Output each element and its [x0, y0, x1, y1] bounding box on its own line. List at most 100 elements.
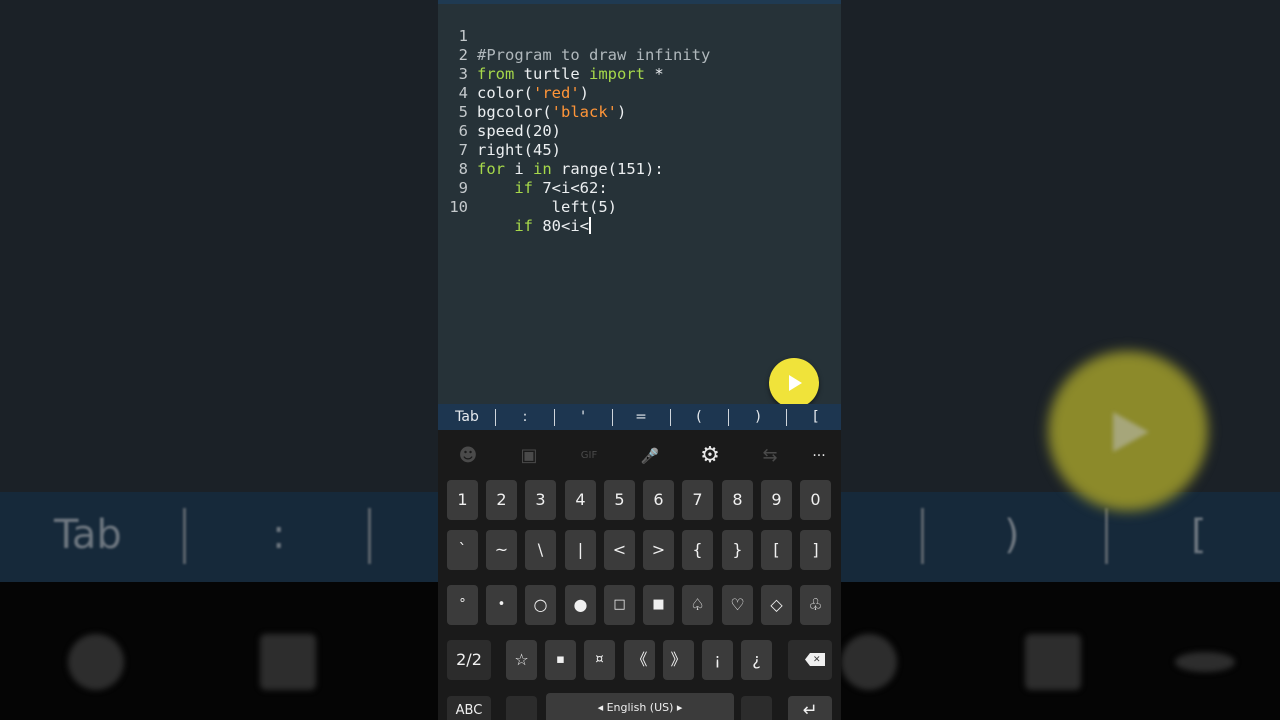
key-6[interactable]: 6 [643, 480, 674, 520]
key-close-brace[interactable]: } [722, 530, 753, 570]
enter-icon: ↵ [802, 700, 818, 720]
key-white-star[interactable]: ☆ [506, 640, 537, 680]
symbol-key-colon[interactable]: : [511, 404, 539, 430]
code-line: 9 left(5) [438, 160, 841, 216]
code-line: 6 right(45) [438, 103, 841, 159]
key-1[interactable]: 1 [447, 480, 478, 520]
abc-button[interactable]: ABC [447, 696, 491, 720]
key-inverted-exclamation[interactable]: ¡ [702, 640, 733, 680]
key-spade[interactable]: ♤ [682, 585, 713, 625]
code-text: 80<i< [533, 217, 589, 235]
code-line: 3 color('red') [438, 46, 841, 102]
key-heart[interactable]: ♡ [722, 585, 753, 625]
gif-icon[interactable]: GIF [577, 444, 601, 468]
keyboard: ☻ ▣ GIF 🎤 ⚙ ⇆ ··· 1 2 3 4 5 6 7 8 9 0 ` … [438, 430, 841, 720]
background-right: ) [ [841, 0, 1280, 720]
symbol-divider [728, 409, 729, 426]
code-line: 2 from turtle import * [438, 27, 841, 83]
background-gear-icon [841, 634, 897, 690]
keyword: if [514, 217, 533, 235]
key-degree[interactable]: ° [447, 585, 478, 625]
key-black-circle[interactable]: ● [565, 585, 596, 625]
key-white-square[interactable]: □ [604, 585, 635, 625]
emoji-icon[interactable]: ☻ [456, 444, 480, 468]
line-number: 10 [449, 198, 468, 216]
symbol-divider [495, 409, 496, 426]
key-less-than[interactable]: < [604, 530, 635, 570]
key-2[interactable]: 2 [486, 480, 517, 520]
key-pipe[interactable]: | [565, 530, 596, 570]
code-line: 7 for i in range(151): [438, 122, 841, 178]
symbol-divider [612, 409, 613, 426]
sticker-icon[interactable]: ▣ [517, 444, 541, 468]
symbol-divider [554, 409, 555, 426]
symbol-key-open-paren[interactable]: ( [685, 404, 713, 430]
code-editor[interactable]: 1 #Program to draw infinity 2 from turtl… [438, 0, 841, 404]
page-toggle-button[interactable]: 2/2 [447, 640, 491, 680]
background-sticker-icon [260, 634, 316, 690]
gear-icon[interactable]: ⚙ [698, 444, 722, 468]
key-4[interactable]: 4 [565, 480, 596, 520]
key-bullet[interactable]: • [486, 585, 517, 625]
key-3[interactable]: 3 [525, 480, 556, 520]
code-line: 1 #Program to draw infinity [438, 8, 841, 64]
key-tilde[interactable]: ~ [486, 530, 517, 570]
key-comma[interactable] [506, 696, 537, 720]
more-icon[interactable]: ··· [804, 444, 834, 468]
symbol-divider [670, 409, 671, 426]
symbol-key-open-bracket[interactable]: [ [802, 404, 830, 430]
symbol-key-quote[interactable]: ' [569, 404, 597, 430]
background-bracket-text: [ [1191, 512, 1207, 558]
key-currency[interactable]: ¤ [584, 640, 615, 680]
mic-icon[interactable]: 🎤 [638, 444, 662, 468]
key-white-circle[interactable]: ○ [525, 585, 556, 625]
key-7[interactable]: 7 [682, 480, 713, 520]
background-divider [183, 508, 186, 564]
key-8[interactable]: 8 [722, 480, 753, 520]
background-paren-text: ) [1004, 512, 1020, 558]
translate-icon[interactable]: ⇆ [758, 444, 782, 468]
key-inverted-question[interactable]: ¿ [741, 640, 772, 680]
key-small-square[interactable]: ▪ [545, 640, 576, 680]
key-0[interactable]: 0 [800, 480, 831, 520]
key-backtick[interactable]: ` [447, 530, 478, 570]
symbol-key-tab[interactable]: Tab [446, 404, 488, 430]
background-bottom [0, 582, 438, 720]
key-left-double-angle[interactable]: 《 [624, 640, 655, 680]
background-emoji-icon [68, 634, 124, 690]
background-colon-text: : [272, 512, 286, 558]
background-divider [368, 508, 371, 564]
symbol-bar: Tab : ' = ( ) [ [438, 404, 841, 430]
background-divider [921, 508, 924, 564]
play-icon [789, 375, 802, 391]
background-more-icon [1175, 652, 1235, 672]
key-close-bracket[interactable]: ] [800, 530, 831, 570]
key-greater-than[interactable]: > [643, 530, 674, 570]
key-open-brace[interactable]: { [682, 530, 713, 570]
symbol-key-close-paren[interactable]: ) [744, 404, 772, 430]
space-bar[interactable]: ◂ English (US) ▸ [546, 693, 734, 720]
backspace-icon [805, 653, 825, 666]
key-diamond[interactable]: ◇ [761, 585, 792, 625]
backspace-button[interactable] [788, 640, 832, 680]
enter-button[interactable]: ↵ [788, 696, 832, 720]
background-play-icon [1113, 412, 1149, 452]
code-line: 5 speed(20) [438, 84, 841, 140]
key-backslash[interactable]: \ [525, 530, 556, 570]
code-line: 10 if 80<i< [438, 179, 841, 235]
key-5[interactable]: 5 [604, 480, 635, 520]
background-left: Tab : [0, 0, 438, 720]
key-club[interactable]: ♧ [800, 585, 831, 625]
background-translate-icon [1025, 634, 1081, 690]
background-tab-text: Tab [54, 512, 122, 558]
key-open-bracket[interactable]: [ [761, 530, 792, 570]
code-text: left(5) [477, 198, 617, 216]
key-period[interactable] [741, 696, 772, 720]
key-9[interactable]: 9 [761, 480, 792, 520]
key-black-square[interactable]: ■ [643, 585, 674, 625]
run-button[interactable] [769, 358, 819, 408]
key-right-double-angle[interactable]: 》 [663, 640, 694, 680]
background-divider [1105, 508, 1108, 564]
symbol-key-equals[interactable]: = [627, 404, 655, 430]
